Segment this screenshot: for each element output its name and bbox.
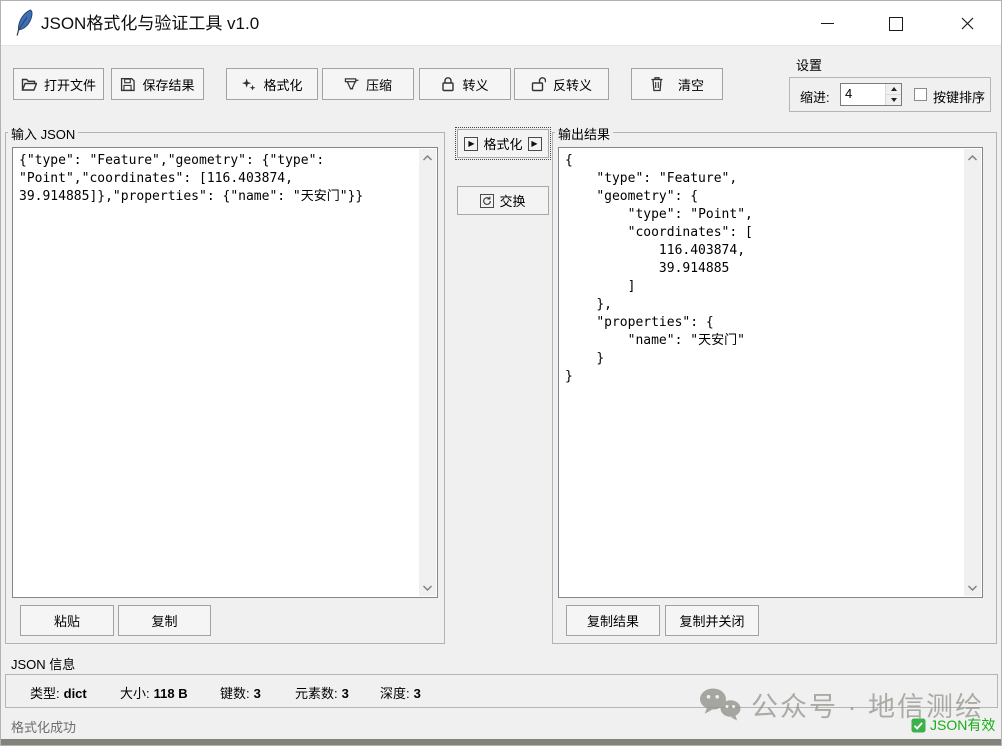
spinner-arrows — [885, 84, 901, 105]
input-json-content[interactable]: {"type": "Feature","geometry": {"type": … — [19, 152, 414, 206]
copy-result-button[interactable]: 复制结果 — [566, 605, 660, 636]
swap-button[interactable]: 交换 — [457, 186, 549, 215]
scroll-up-icon[interactable] — [964, 149, 981, 166]
paste-button[interactable]: 粘贴 — [20, 605, 114, 636]
status-message: 格式化成功 — [11, 717, 76, 736]
maximize-icon — [889, 17, 903, 31]
sort-keys-checkbox[interactable] — [914, 88, 927, 101]
json-info-section-label: JSON 信息 — [11, 654, 75, 673]
clear-label: 清空 — [678, 75, 704, 94]
settings-group: 缩进: 4 按键排序 — [789, 77, 991, 112]
info-size: 大小:118 B — [120, 683, 188, 702]
spin-down-button[interactable] — [886, 95, 901, 105]
unescape-button[interactable]: 反转义 — [514, 68, 609, 100]
json-valid-text: JSON有效 — [930, 715, 995, 735]
scroll-down-icon[interactable] — [419, 579, 436, 596]
output-panel-label: 输出结果 — [555, 124, 613, 143]
unescape-label: 反转义 — [553, 75, 592, 94]
format-label: 格式化 — [263, 75, 302, 94]
lock-icon — [441, 76, 455, 92]
app-window: JSON格式化与验证工具 v1.0 打开文件 保存结果 格式化 — [0, 0, 1002, 746]
play-icon: ▶ — [528, 137, 542, 151]
check-icon — [911, 718, 926, 733]
copy-input-label: 复制 — [151, 611, 177, 630]
save-icon — [120, 77, 135, 92]
copy-input-button[interactable]: 复制 — [118, 605, 211, 636]
clamp-icon — [344, 77, 359, 92]
spin-up-button[interactable] — [886, 84, 901, 95]
info-type: 类型:dict — [30, 683, 87, 702]
format-action-button[interactable]: ▶ 格式化 ▶ — [457, 129, 549, 158]
sparkles-icon — [241, 77, 256, 92]
compress-button[interactable]: 压缩 — [322, 68, 414, 100]
window-title: JSON格式化与验证工具 v1.0 — [41, 1, 259, 46]
escape-button[interactable]: 转义 — [419, 68, 511, 100]
json-info-frame: 类型:dict 大小:118 B 键数:3 元素数:3 深度:3 — [5, 674, 998, 708]
folder-open-icon — [21, 77, 37, 92]
info-elements: 元素数:3 — [295, 683, 349, 702]
minimize-icon — [821, 23, 834, 24]
format-button[interactable]: 格式化 — [226, 68, 318, 100]
clear-button[interactable]: 清空 — [631, 68, 723, 100]
input-panel-label: 输入 JSON — [8, 124, 78, 143]
close-icon — [961, 17, 974, 30]
indent-value: 4 — [845, 86, 852, 101]
indent-spinbox[interactable]: 4 — [840, 83, 902, 106]
info-keys: 键数:3 — [220, 683, 261, 702]
title-bar: JSON格式化与验证工具 v1.0 — [1, 1, 1001, 46]
json-valid-badge: JSON有效 — [911, 715, 995, 735]
open-file-label: 打开文件 — [44, 75, 96, 94]
swap-icon — [480, 194, 494, 208]
play-icon: ▶ — [464, 137, 478, 151]
copy-result-label: 复制结果 — [587, 611, 639, 630]
save-result-button[interactable]: 保存结果 — [111, 68, 204, 100]
unlock-icon — [531, 76, 546, 92]
scroll-up-icon[interactable] — [419, 149, 436, 166]
indent-label: 缩进: — [800, 87, 830, 106]
input-scrollbar[interactable] — [419, 149, 436, 596]
escape-label: 转义 — [462, 75, 488, 94]
close-button[interactable] — [944, 1, 990, 46]
arrow-down-icon — [891, 98, 897, 102]
minimize-button[interactable] — [804, 1, 850, 46]
settings-group-label: 设置 — [796, 55, 822, 74]
output-json-content[interactable]: { "type": "Feature", "geometry": { "type… — [565, 152, 959, 386]
trash-icon — [650, 76, 664, 92]
window-bottom-edge — [1, 739, 1001, 745]
open-file-button[interactable]: 打开文件 — [13, 68, 104, 100]
output-scrollbar[interactable] — [964, 149, 981, 596]
scroll-down-icon[interactable] — [964, 579, 981, 596]
maximize-button[interactable] — [873, 1, 919, 46]
arrow-up-icon — [891, 87, 897, 91]
compress-label: 压缩 — [366, 75, 392, 94]
input-json-textarea[interactable]: {"type": "Feature","geometry": {"type": … — [12, 147, 438, 598]
output-result-textarea[interactable]: { "type": "Feature", "geometry": { "type… — [558, 147, 983, 598]
save-result-label: 保存结果 — [142, 75, 194, 94]
swap-label: 交换 — [499, 191, 525, 210]
tk-feather-icon — [14, 9, 36, 42]
info-depth: 深度:3 — [380, 683, 421, 702]
paste-label: 粘贴 — [54, 611, 80, 630]
copy-and-close-button[interactable]: 复制并关闭 — [665, 605, 759, 636]
copy-and-close-label: 复制并关闭 — [679, 611, 744, 630]
sort-keys-label: 按键排序 — [933, 87, 985, 106]
format-action-label: 格式化 — [483, 134, 522, 153]
